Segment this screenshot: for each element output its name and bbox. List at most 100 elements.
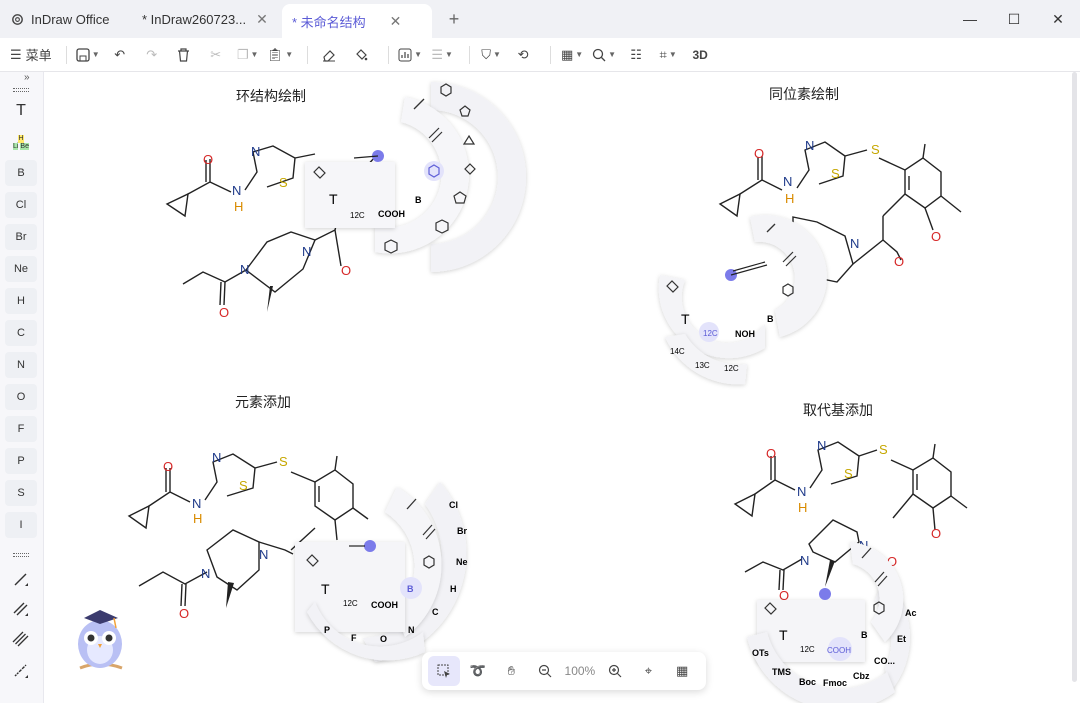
tab-app-home[interactable]: InDraw Office: [0, 0, 132, 38]
drawing-canvas[interactable]: 环结构绘制 同位素绘制 元素添加 取代基添加 O N H N S N N O O…: [45, 72, 1065, 703]
group-ac[interactable]: Ac: [905, 608, 917, 618]
text-tool-label[interactable]: T: [681, 311, 690, 327]
group-co[interactable]: CO...: [874, 656, 895, 666]
element-c[interactable]: C: [432, 607, 439, 617]
maximize-button[interactable]: ☐: [992, 0, 1036, 38]
group-ots[interactable]: OTs: [752, 648, 769, 658]
periodic-table-button[interactable]: H Li Be: [5, 130, 37, 156]
element-br[interactable]: Br: [5, 224, 37, 250]
zoom-in-button[interactable]: [599, 656, 631, 686]
element-b[interactable]: B: [861, 630, 868, 640]
cooh-group[interactable]: COOH: [371, 600, 398, 610]
new-tab-button[interactable]: +: [440, 0, 468, 38]
undo-button[interactable]: ↶: [107, 42, 133, 68]
element-ne[interactable]: Ne: [5, 256, 37, 282]
fill-button[interactable]: [348, 42, 374, 68]
element-b[interactable]: B: [5, 160, 37, 186]
isotope-radial-menu[interactable]: T 12C NOH B 14C 13C 12C: [658, 215, 827, 385]
element-i[interactable]: I: [5, 512, 37, 538]
redo-button[interactable]: ↷: [139, 42, 165, 68]
chart-button[interactable]: ▼: [397, 42, 423, 68]
element-b[interactable]: B: [767, 314, 774, 324]
isotope-12c[interactable]: 12C: [350, 211, 365, 220]
search-button[interactable]: ▼: [591, 42, 617, 68]
3d-view-button[interactable]: 3D: [687, 42, 713, 68]
copy-button[interactable]: ❐ ▼: [235, 42, 261, 68]
element-f[interactable]: F: [5, 416, 37, 442]
zoom-out-button[interactable]: [529, 656, 561, 686]
isotope-12c[interactable]: 12C: [343, 599, 358, 608]
grip-handle[interactable]: [13, 553, 29, 557]
fit-to-screen-button[interactable]: ⌖: [632, 656, 664, 686]
element-cl[interactable]: Cl: [5, 192, 37, 218]
tab-file-1[interactable]: * InDraw260723... ✕: [132, 0, 282, 38]
element-s[interactable]: S: [5, 480, 37, 506]
double-bond-tool[interactable]: [5, 596, 37, 622]
grid-button[interactable]: ▦: [666, 656, 698, 686]
element-b[interactable]: B: [415, 195, 422, 205]
eraser-button[interactable]: [316, 42, 342, 68]
save-button[interactable]: ▼: [75, 42, 101, 68]
element-p[interactable]: P: [5, 448, 37, 474]
vertical-scrollbar[interactable]: [1072, 72, 1077, 682]
text-tool-label[interactable]: T: [329, 191, 338, 207]
group-fmoc[interactable]: Fmoc: [823, 678, 847, 688]
isotope-13c[interactable]: 13C: [695, 361, 710, 370]
element-c[interactable]: C: [5, 320, 37, 346]
cut-button[interactable]: ✂: [203, 42, 229, 68]
element-h[interactable]: H: [450, 584, 457, 594]
ring-radial-menu[interactable]: T 12C COOH B: [305, 82, 526, 272]
element-ne[interactable]: Ne: [456, 557, 468, 567]
select-tool-button[interactable]: [428, 656, 460, 686]
close-icon[interactable]: ✕: [256, 11, 268, 28]
text-tool-label[interactable]: T: [321, 581, 330, 597]
element-f[interactable]: F: [351, 633, 357, 643]
menu-button[interactable]: ☰ 菜单: [10, 42, 52, 68]
check-structure-button[interactable]: ⛉ ▼: [478, 42, 504, 68]
owl-mascot-icon[interactable]: [60, 600, 140, 672]
element-n[interactable]: N: [408, 625, 415, 635]
element-o[interactable]: O: [5, 384, 37, 410]
paste-button[interactable]: 📋︎ ▼: [267, 42, 293, 68]
text-tool[interactable]: T: [5, 98, 37, 124]
double-chevron-right-icon[interactable]: »: [24, 72, 30, 83]
element-radial-menu[interactable]: T 12C COOH Cl Br Ne B H C N O F P: [295, 482, 468, 662]
benzene-icon[interactable]: [782, 283, 794, 297]
element-b[interactable]: B: [407, 584, 414, 594]
isotope-12c[interactable]: 12C: [703, 329, 718, 338]
group-boc[interactable]: Boc: [799, 677, 816, 687]
element-n[interactable]: N: [5, 352, 37, 378]
wedge-bond-tool[interactable]: [5, 658, 37, 684]
calculator-button[interactable]: ▦ ▼: [559, 42, 585, 68]
noh-group[interactable]: NOH: [735, 329, 755, 339]
delete-button[interactable]: [171, 42, 197, 68]
group-cbz[interactable]: Cbz: [853, 671, 870, 681]
triangle-icon[interactable]: [462, 134, 476, 145]
close-icon[interactable]: ✕: [390, 13, 402, 30]
text-tool-label[interactable]: T: [779, 627, 788, 643]
molecule-substituent-example[interactable]: [733, 441, 968, 591]
align-button[interactable]: ☰ ▼: [429, 42, 455, 68]
isotope-14c[interactable]: 14C: [670, 347, 685, 356]
isotope-12c[interactable]: 12C: [800, 645, 815, 654]
element-o[interactable]: O: [380, 634, 387, 644]
triple-bond-tool[interactable]: [5, 626, 37, 652]
clean-structure-button[interactable]: ⟲: [510, 42, 536, 68]
pan-tool-button[interactable]: ✋︎: [496, 656, 528, 686]
cooh-group[interactable]: COOH: [827, 646, 851, 655]
isotope-12c[interactable]: 12C: [724, 364, 739, 373]
close-window-button[interactable]: ✕: [1036, 0, 1080, 38]
element-h[interactable]: H: [5, 288, 37, 314]
molecule-isotope-example[interactable]: [718, 141, 962, 283]
tab-file-2[interactable]: * 未命名结构 ✕: [282, 4, 432, 38]
cooh-group[interactable]: COOH: [378, 209, 405, 219]
single-bond-tool[interactable]: [5, 566, 37, 592]
grip-handle[interactable]: [13, 88, 29, 92]
ai-recognize-button[interactable]: ⌗ ▼: [655, 42, 681, 68]
element-cl[interactable]: Cl: [449, 500, 458, 510]
lasso-tool-button[interactable]: ➰: [462, 656, 494, 686]
element-p[interactable]: P: [324, 625, 330, 635]
find-button[interactable]: ☷: [623, 42, 649, 68]
group-tms[interactable]: TMS: [772, 667, 791, 677]
element-br[interactable]: Br: [457, 526, 467, 536]
